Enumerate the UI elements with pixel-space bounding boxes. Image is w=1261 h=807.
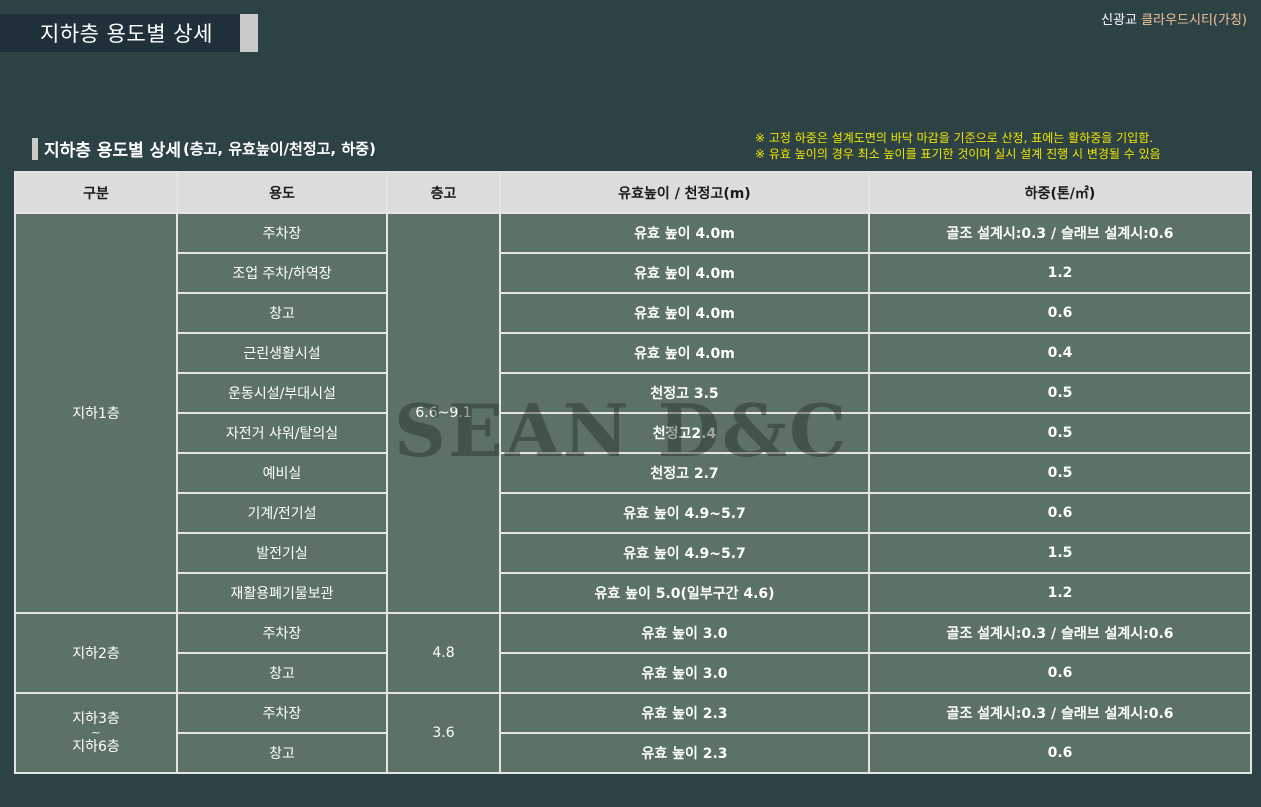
table-row: 발전기실 유효 높이 4.9~5.7 1.5 [15,532,1252,574]
clear-height-cell: 유효 높이 4.0m [499,332,870,374]
table-row: 운동시설/부대시설 천정고 3.5 0.5 [15,372,1252,414]
table-row: 지하1층 주차장 6.6~9.1 유효 높이 4.0m 골조 설계시:0.3 /… [14,212,1252,614]
floor-cell: 지하2층 [14,612,178,694]
brand-label: 신광교 클라우드시티(가칭) [1101,9,1247,28]
load-cell: 0.5 [868,412,1252,454]
clear-height-cell: 천정고2.4 [499,412,870,454]
floor-line: ~ [91,726,101,739]
floor-height-cell: 4.8 [386,612,501,694]
table-row: 근린생활시설 유효 높이 4.0m 0.4 [15,332,1252,374]
use-cell: 주차장 [176,692,388,734]
section-marker [32,137,38,160]
use-cell: 운동시설/부대시설 [176,372,388,414]
clear-height-cell: 천정고 3.5 [499,372,870,414]
title-accent-bar [240,14,258,52]
table-row: 재활용폐기물보관 유효 높이 5.0(일부구간 4.6) 1.2 [15,572,1252,614]
load-cell: 0.6 [868,492,1252,534]
use-cell: 기계/전기설 [176,492,388,534]
load-cell: 1.2 [868,572,1252,614]
load-cell: 골조 설계시:0.3 / 슬래브 설계시:0.6 [868,692,1252,734]
clear-height-cell: 유효 높이 4.0m [499,212,870,254]
load-cell: 골조 설계시:0.3 / 슬래브 설계시:0.6 [868,212,1252,254]
use-cell: 재활용폐기물보관 [176,572,388,614]
load-cell: 1.2 [868,252,1252,294]
table-row: 조업 주차/하역장 유효 높이 4.0m 1.2 [15,252,1252,294]
floor-cell: 지하1층 [14,212,178,614]
clear-height-cell: 천정고 2.7 [499,452,870,494]
use-cell: 예비실 [176,452,388,494]
load-cell: 골조 설계시:0.3 / 슬래브 설계시:0.6 [868,612,1252,654]
use-cell: 주차장 [176,212,388,254]
section-title: 지하층 용도별 상세 (층고, 유효높이/천정고, 하중) [32,136,376,161]
clear-height-cell: 유효 높이 3.0 [499,652,870,694]
note-line: ※ 고정 하중은 설계도면의 바닥 마감을 기준으로 산정, 표에는 활하중을 … [755,131,1154,145]
clear-height-cell: 유효 높이 2.3 [499,732,870,774]
clear-height-cell: 유효 높이 5.0(일부구간 4.6) [499,572,870,614]
header-load: 하중(톤/㎡) [868,171,1252,214]
load-cell: 0.6 [868,732,1252,774]
clear-height-cell: 유효 높이 3.0 [499,612,870,654]
section-title-text: 지하층 용도별 상세 [44,141,181,161]
use-cell: 창고 [176,652,388,694]
floor-cell: 지하3층 ~ 지하6층 [14,692,178,774]
note-line: ※ 유효 높이의 경우 최소 높이를 표기한 것이며 실시 설계 진행 시 변경… [755,147,1161,161]
section-subtitle: (층고, 유효높이/천정고, 하중) [182,140,376,158]
clear-height-cell: 유효 높이 4.9~5.7 [499,492,870,534]
header-clear-height: 유효높이 / 천정고(m) [499,171,870,214]
floor-line: 지하6층 [72,739,120,755]
floor-height-cell: 6.6~9.1 [386,212,501,614]
header-category: 구분 [14,171,178,214]
use-cell: 창고 [176,292,388,334]
use-cell: 조업 주차/하역장 [176,252,388,294]
clear-height-cell: 유효 높이 4.0m [499,252,870,294]
table-row: 기계/전기설 유효 높이 4.9~5.7 0.6 [15,492,1252,534]
table-row: 자전거 샤워/탈의실 천정고2.4 0.5 [15,412,1252,454]
use-cell: 창고 [176,732,388,774]
use-cell: 발전기실 [176,532,388,574]
notes: ※ 고정 하중은 설계도면의 바닥 마감을 기준으로 산정, 표에는 활하중을 … [755,130,1161,162]
header-use: 용도 [176,171,388,214]
clear-height-cell: 유효 높이 2.3 [499,692,870,734]
use-cell: 근린생활시설 [176,332,388,374]
table-row: 창고 유효 높이 3.0 0.6 [15,652,1252,694]
usage-table: 구분 용도 층고 유효높이 / 천정고(m) 하중(톤/㎡) 지하1층 주차장 … [14,171,1252,774]
use-cell: 주차장 [176,612,388,654]
load-cell: 0.5 [868,372,1252,414]
load-cell: 0.5 [868,452,1252,494]
clear-height-cell: 유효 높이 4.9~5.7 [499,532,870,574]
table-row: 지하3층 ~ 지하6층 주차장 3.6 유효 높이 2.3 골조 설계시:0.3… [14,692,1252,774]
load-cell: 0.6 [868,292,1252,334]
floor-height-cell: 3.6 [386,692,501,774]
table-row: 창고 유효 높이 2.3 0.6 [15,732,1252,774]
load-cell: 1.5 [868,532,1252,574]
page-title: 지하층 용도별 상세 [40,22,213,46]
table-row: 예비실 천정고 2.7 0.5 [15,452,1252,494]
load-cell: 0.6 [868,652,1252,694]
header-floor-height: 층고 [386,171,501,214]
table-row: 창고 유효 높이 4.0m 0.6 [15,292,1252,334]
table-row: 지하2층 주차장 4.8 유효 높이 3.0 골조 설계시:0.3 / 슬래브 … [14,612,1252,694]
table-header-row: 구분 용도 층고 유효높이 / 천정고(m) 하중(톤/㎡) [14,171,1252,214]
load-cell: 0.4 [868,332,1252,374]
brand-name: 클라우드시티(가칭) [1141,13,1247,28]
clear-height-cell: 유효 높이 4.0m [499,292,870,334]
use-cell: 자전거 샤워/탈의실 [176,412,388,454]
page-title-bar: 지하층 용도별 상세 [0,14,240,52]
brand-prefix: 신광교 [1101,13,1138,28]
